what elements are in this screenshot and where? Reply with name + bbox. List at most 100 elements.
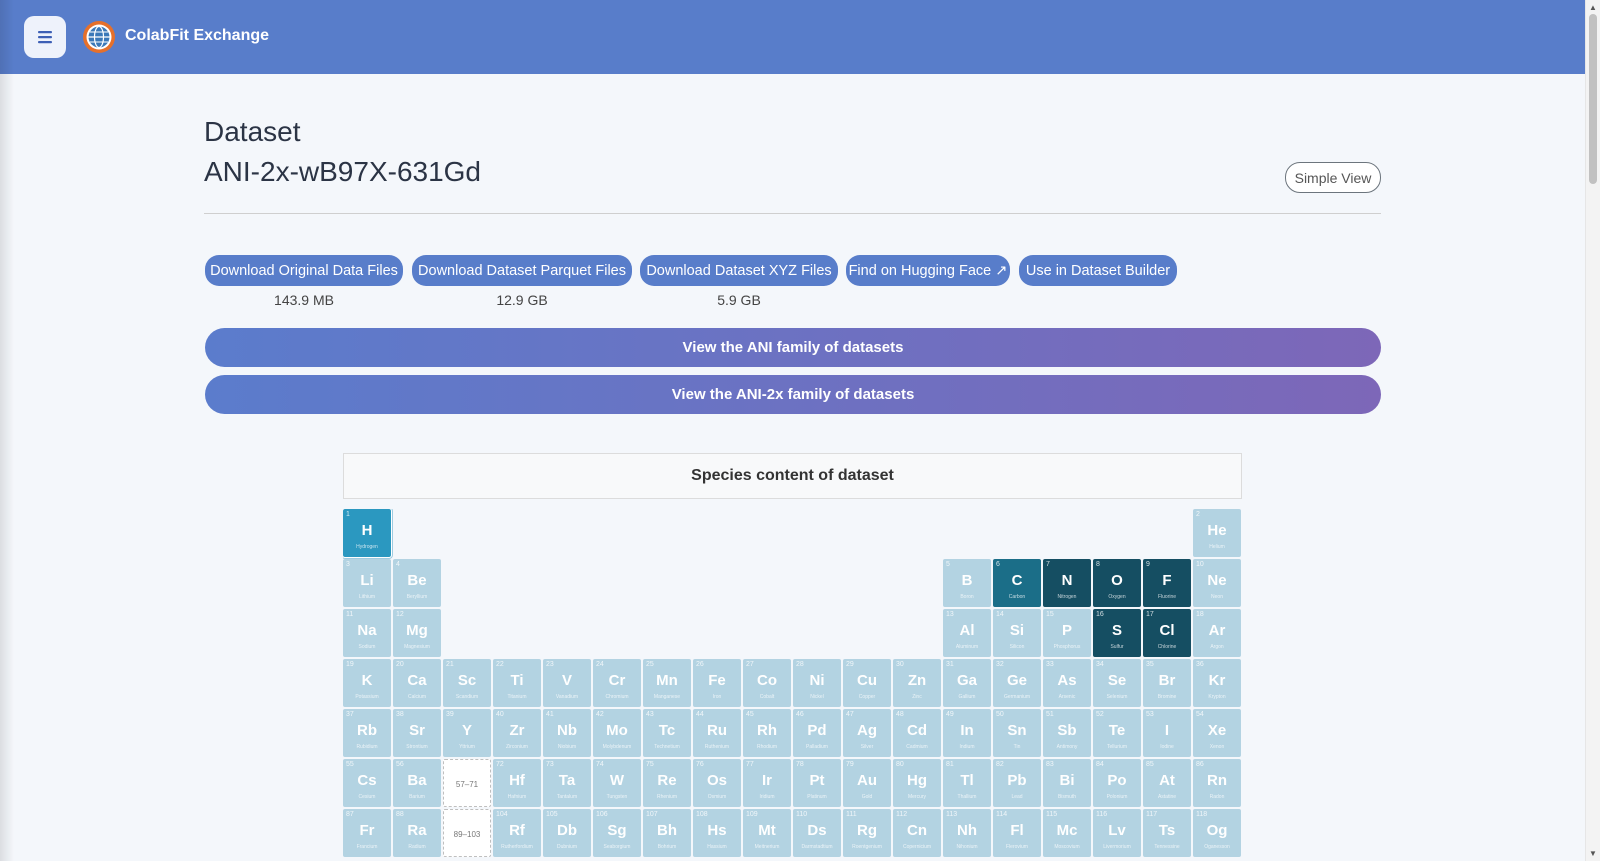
element-cell-ba[interactable]: 56 Ba Barium xyxy=(393,759,441,807)
element-cell-te[interactable]: 52 Te Tellurium xyxy=(1093,709,1141,757)
element-cell-ir[interactable]: 77 Ir Iridium xyxy=(743,759,791,807)
element-cell-k[interactable]: 19 K Potassium xyxy=(343,659,391,707)
element-cell-y[interactable]: 39 Y Yttrium xyxy=(443,709,491,757)
element-cell-ru[interactable]: 44 Ru Ruthenium xyxy=(693,709,741,757)
element-cell-rf[interactable]: 104 Rf Rutherfordium xyxy=(493,809,541,857)
element-cell-tc[interactable]: 43 Tc Technetium xyxy=(643,709,691,757)
element-cell-hs[interactable]: 108 Hs Hassium xyxy=(693,809,741,857)
scroll-up-icon[interactable]: ▲ xyxy=(1589,3,1597,12)
element-cell-re[interactable]: 75 Re Rhenium xyxy=(643,759,691,807)
element-cell-cl[interactable]: 17 Cl Chlorine xyxy=(1143,609,1191,657)
element-cell-c[interactable]: 6 C Carbon xyxy=(993,559,1041,607)
element-cell-pb[interactable]: 82 Pb Lead xyxy=(993,759,1041,807)
download-xyz-button[interactable]: Download Dataset XYZ Files xyxy=(640,255,838,286)
element-cell-ta[interactable]: 73 Ta Tantalum xyxy=(543,759,591,807)
element-cell-bi[interactable]: 83 Bi Bismuth xyxy=(1043,759,1091,807)
element-cell-ts[interactable]: 117 Ts Tennessine xyxy=(1143,809,1191,857)
ani2x-family-button[interactable]: View the ANI-2x family of datasets xyxy=(205,375,1381,414)
element-cell-v[interactable]: 23 V Vanadium xyxy=(543,659,591,707)
element-cell-cu[interactable]: 29 Cu Copper xyxy=(843,659,891,707)
scroll-down-icon[interactable]: ▼ xyxy=(1589,849,1597,858)
element-cell-ag[interactable]: 47 Ag Silver xyxy=(843,709,891,757)
element-cell-zn[interactable]: 30 Zn Zinc xyxy=(893,659,941,707)
element-cell-fr[interactable]: 87 Fr Francium xyxy=(343,809,391,857)
element-cell-n[interactable]: 7 N Nitrogen xyxy=(1043,559,1091,607)
element-cell-og[interactable]: 118 Og Oganesson xyxy=(1193,809,1241,857)
element-cell-xe[interactable]: 54 Xe Xenon xyxy=(1193,709,1241,757)
menu-button[interactable] xyxy=(24,16,66,58)
element-cell-i[interactable]: 53 I Iodine xyxy=(1143,709,1191,757)
element-cell-cd[interactable]: 48 Cd Cadmium xyxy=(893,709,941,757)
element-cell-ge[interactable]: 32 Ge Germanium xyxy=(993,659,1041,707)
element-cell-ar[interactable]: 18 Ar Argon xyxy=(1193,609,1241,657)
element-cell-sn[interactable]: 50 Sn Tin xyxy=(993,709,1041,757)
element-cell-ti[interactable]: 22 Ti Titanium xyxy=(493,659,541,707)
element-cell-al[interactable]: 13 Al Aluminum xyxy=(943,609,991,657)
element-cell-o[interactable]: 8 O Oxygen xyxy=(1093,559,1141,607)
element-cell-ne[interactable]: 10 Ne Neon xyxy=(1193,559,1241,607)
element-cell-mo[interactable]: 42 Mo Molybdenum xyxy=(593,709,641,757)
element-cell-si[interactable]: 14 Si Silicon xyxy=(993,609,1041,657)
element-cell-zr[interactable]: 40 Zr Zirconium xyxy=(493,709,541,757)
element-cell-be[interactable]: 4 Be Beryllium xyxy=(393,559,441,607)
scrollbar-thumb[interactable] xyxy=(1589,14,1597,184)
element-cell-as[interactable]: 33 As Arsenic xyxy=(1043,659,1091,707)
download-parquet-button[interactable]: Download Dataset Parquet Files xyxy=(412,255,632,286)
element-cell-pt[interactable]: 78 Pt Platinum xyxy=(793,759,841,807)
element-cell-rg[interactable]: 111 Rg Roentgenium xyxy=(843,809,891,857)
element-cell-po[interactable]: 84 Po Polonium xyxy=(1093,759,1141,807)
element-cell-ca[interactable]: 20 Ca Calcium xyxy=(393,659,441,707)
element-cell-fl[interactable]: 114 Fl Flerovium xyxy=(993,809,1041,857)
element-cell-at[interactable]: 85 At Astatine xyxy=(1143,759,1191,807)
element-cell-rn[interactable]: 86 Rn Radon xyxy=(1193,759,1241,807)
element-cell-li[interactable]: 3 Li Lithium xyxy=(343,559,391,607)
element-cell-tl[interactable]: 81 Tl Thallium xyxy=(943,759,991,807)
element-cell-os[interactable]: 76 Os Osmium xyxy=(693,759,741,807)
element-cell-lv[interactable]: 116 Lv Livermorium xyxy=(1093,809,1141,857)
element-cell-bh[interactable]: 107 Bh Bohrium xyxy=(643,809,691,857)
app-title[interactable]: ColabFit Exchange xyxy=(125,27,269,45)
element-cell-cs[interactable]: 55 Cs Cesium xyxy=(343,759,391,807)
element-cell-kr[interactable]: 36 Kr Krypton xyxy=(1193,659,1241,707)
element-cell-sg[interactable]: 106 Sg Seaborgium xyxy=(593,809,641,857)
element-cell-he[interactable]: 2 He Helium xyxy=(1193,509,1241,557)
element-cell-sb[interactable]: 51 Sb Antimony xyxy=(1043,709,1091,757)
element-cell-br[interactable]: 35 Br Bromine xyxy=(1143,659,1191,707)
element-cell-in[interactable]: 49 In Indium xyxy=(943,709,991,757)
element-cell-nh[interactable]: 113 Nh Nihonium xyxy=(943,809,991,857)
element-cell-s[interactable]: 16 S Sulfur xyxy=(1093,609,1141,657)
element-cell-b[interactable]: 5 B Boron xyxy=(943,559,991,607)
element-cell-w[interactable]: 74 W Tungsten xyxy=(593,759,641,807)
ani-family-button[interactable]: View the ANI family of datasets xyxy=(205,328,1381,367)
element-cell-h[interactable]: 1 H Hydrogen xyxy=(343,509,392,558)
element-cell-se[interactable]: 34 Se Selenium xyxy=(1093,659,1141,707)
element-cell-ga[interactable]: 31 Ga Gallium xyxy=(943,659,991,707)
element-cell-nb[interactable]: 41 Nb Niobium xyxy=(543,709,591,757)
element-cell-ra[interactable]: 88 Ra Radium xyxy=(393,809,441,857)
element-cell-f[interactable]: 9 F Fluorine xyxy=(1143,559,1191,607)
element-cell-co[interactable]: 27 Co Cobalt xyxy=(743,659,791,707)
element-cell-cn[interactable]: 112 Cn Copernicium xyxy=(893,809,941,857)
element-cell-ds[interactable]: 110 Ds Darmstadtium xyxy=(793,809,841,857)
element-cell-na[interactable]: 11 Na Sodium xyxy=(343,609,391,657)
element-cell-ni[interactable]: 28 Ni Nickel xyxy=(793,659,841,707)
element-cell-hf[interactable]: 72 Hf Hafnium xyxy=(493,759,541,807)
element-cell-mt[interactable]: 109 Mt Meitnerium xyxy=(743,809,791,857)
element-cell-db[interactable]: 105 Db Dubnium xyxy=(543,809,591,857)
element-cell-cr[interactable]: 24 Cr Chromium xyxy=(593,659,641,707)
simple-view-button[interactable]: Simple View xyxy=(1285,162,1381,193)
element-cell-sc[interactable]: 21 Sc Scandium xyxy=(443,659,491,707)
element-cell-mn[interactable]: 25 Mn Manganese xyxy=(643,659,691,707)
element-cell-fe[interactable]: 26 Fe Iron xyxy=(693,659,741,707)
page-scrollbar[interactable]: ▲ ▼ xyxy=(1585,0,1600,861)
hugging-face-button[interactable]: Find on Hugging Face ↗ xyxy=(846,255,1010,286)
element-cell-rh[interactable]: 45 Rh Rhodium xyxy=(743,709,791,757)
download-original-button[interactable]: Download Original Data Files xyxy=(205,255,403,286)
element-cell-rb[interactable]: 37 Rb Rubidium xyxy=(343,709,391,757)
element-cell-sr[interactable]: 38 Sr Strontium xyxy=(393,709,441,757)
element-cell-hg[interactable]: 80 Hg Mercury xyxy=(893,759,941,807)
element-cell-mc[interactable]: 115 Mc Moscovium xyxy=(1043,809,1091,857)
element-cell-p[interactable]: 15 P Phosphorus xyxy=(1043,609,1091,657)
dataset-builder-button[interactable]: Use in Dataset Builder xyxy=(1019,255,1177,286)
element-cell-au[interactable]: 79 Au Gold xyxy=(843,759,891,807)
